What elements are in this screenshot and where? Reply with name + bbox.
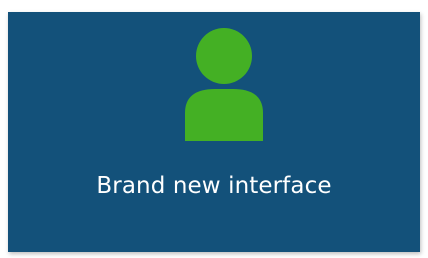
page: Brand new interface [0, 0, 428, 258]
tile-label: Brand new interface [96, 173, 332, 199]
interface-tile[interactable]: Brand new interface [8, 12, 420, 252]
user-icon [175, 27, 271, 141]
